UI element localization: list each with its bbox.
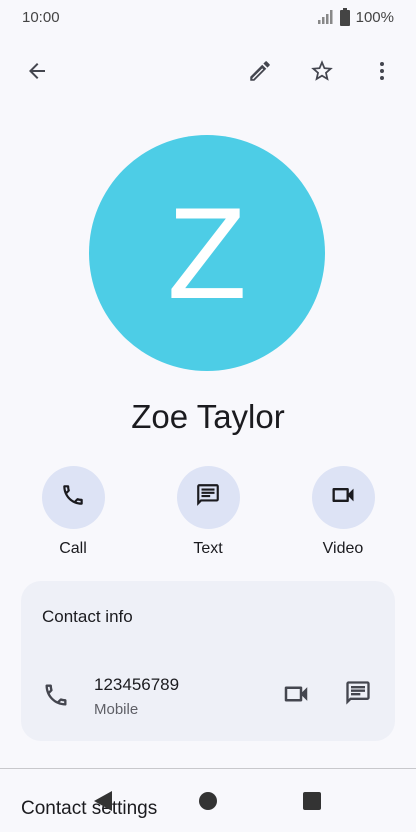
star-icon [309, 58, 335, 89]
favorite-button[interactable] [302, 53, 342, 93]
text-action[interactable]: Text [163, 466, 253, 558]
call-button[interactable] [41, 466, 105, 529]
phone-type: Mobile [94, 701, 139, 718]
video-icon [281, 686, 311, 713]
back-arrow-icon [25, 59, 49, 88]
contact-avatar: Z [89, 135, 325, 371]
app-bar [0, 50, 416, 96]
nav-recents-icon[interactable] [302, 791, 322, 816]
edit-button[interactable] [240, 53, 280, 93]
text-label: Text [193, 540, 223, 557]
battery-percentage: 100% [355, 8, 394, 26]
status-bar: 10:00 100% [0, 0, 416, 34]
contact-info-title: Contact info [42, 607, 133, 626]
message-icon [344, 681, 372, 711]
video-call-button[interactable] [281, 679, 311, 714]
nav-back-icon[interactable] [92, 790, 114, 817]
call-label: Call [59, 540, 87, 557]
avatar-initial: Z [167, 180, 247, 326]
send-message-button[interactable] [344, 679, 372, 712]
battery-icon [339, 8, 350, 26]
status-time: 10:00 [22, 8, 60, 26]
phone-number: 123456789 [94, 675, 180, 694]
video-button[interactable] [311, 466, 375, 529]
video-icon [329, 481, 357, 514]
call-action[interactable]: Call [28, 466, 118, 558]
phone-icon [60, 482, 86, 513]
contact-info-card: Contact info 123456789 Mobile [21, 581, 395, 741]
video-label: Video [322, 540, 364, 557]
text-button[interactable] [176, 466, 240, 529]
contact-name: Zoe Taylor [131, 398, 285, 435]
more-vert-icon [370, 59, 394, 88]
phone-icon [42, 681, 70, 714]
message-icon [195, 482, 221, 513]
signal-icon [317, 10, 334, 24]
navigation-bar [0, 786, 416, 816]
status-icons: 100% [317, 8, 394, 26]
more-options-button[interactable] [362, 53, 402, 93]
back-button[interactable] [17, 53, 57, 93]
video-action[interactable]: Video [298, 466, 388, 558]
nav-home-icon[interactable] [198, 791, 218, 816]
phone-row[interactable]: 123456789 Mobile [21, 661, 395, 725]
edit-pencil-icon [247, 58, 273, 89]
divider [0, 768, 416, 769]
